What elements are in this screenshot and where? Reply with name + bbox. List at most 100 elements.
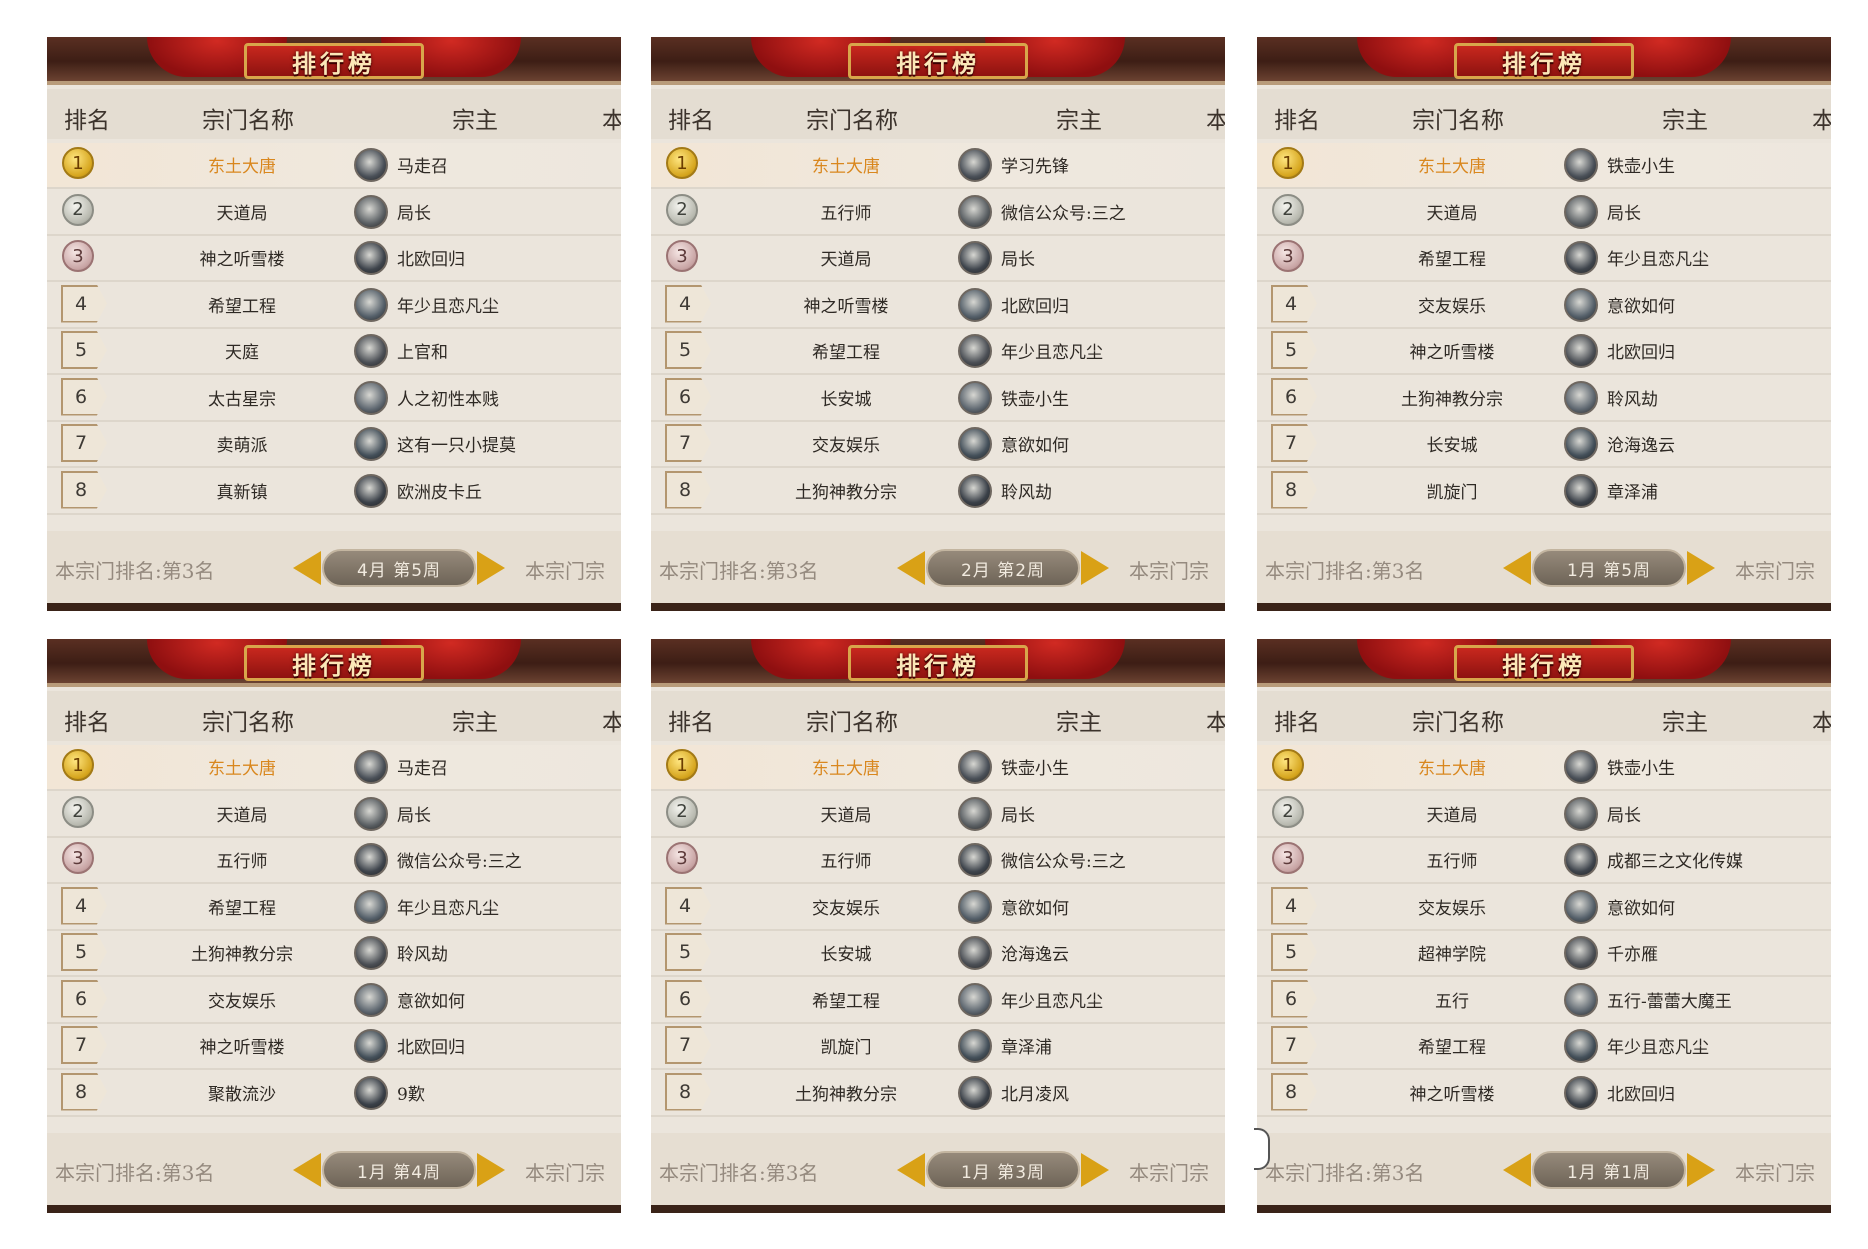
prev-week-arrow-icon[interactable] <box>293 1153 321 1187</box>
col-header-extra: 本 <box>1812 108 1831 134</box>
table-row[interactable]: 1 东土大唐 马走召 <box>47 143 621 189</box>
table-row[interactable]: 2 天道局 局长 <box>651 792 1225 838</box>
table-row[interactable]: 8 真新镇 欧洲皮卡丘 <box>47 469 621 515</box>
table-row[interactable]: 3 五行师 微信公众号:三之 <box>47 838 621 884</box>
table-row[interactable]: 8 土狗神教分宗 北月凌风 <box>651 1071 1225 1117</box>
master-name: 人之初性本贱 <box>397 389 499 410</box>
table-row[interactable]: 6 希望工程 年少且恋凡尘 <box>651 978 1225 1024</box>
avatar-icon <box>958 796 992 831</box>
table-row[interactable]: 3 神之听雪楼 北欧回归 <box>47 236 621 282</box>
table-row[interactable]: 8 聚散流沙 9歎 <box>47 1071 621 1117</box>
table-row[interactable]: 4 交友娱乐 意欲如何 <box>1257 283 1831 329</box>
table-row[interactable]: 1 东土大唐 铁壶小生 <box>651 745 1225 791</box>
week-selector[interactable]: 4月 第5周 <box>322 549 476 587</box>
table-row[interactable]: 8 土狗神教分宗 聆风劫 <box>651 469 1225 515</box>
table-row[interactable]: 4 希望工程 年少且恋凡尘 <box>47 283 621 329</box>
title-banner: 排行榜 <box>47 639 621 687</box>
table-row[interactable]: 3 五行师 成都三之文化传媒 <box>1257 838 1831 884</box>
title-banner: 排行榜 <box>47 37 621 85</box>
table-row[interactable]: 2 天道局 局长 <box>47 792 621 838</box>
table-row[interactable]: 4 交友娱乐 意欲如何 <box>651 885 1225 931</box>
table-row[interactable]: 6 土狗神教分宗 聆风劫 <box>1257 376 1831 422</box>
table-row[interactable]: 5 超神学院 千亦雁 <box>1257 931 1831 977</box>
sect-name: 土狗神教分宗 <box>795 1084 897 1105</box>
next-week-arrow-icon[interactable] <box>1081 1153 1109 1187</box>
table-row[interactable]: 3 五行师 微信公众号:三之 <box>651 838 1225 884</box>
sect-name: 希望工程 <box>812 343 880 363</box>
table-row[interactable]: 3 天道局 局长 <box>651 236 1225 282</box>
table-row[interactable]: 7 凯旋门 章泽浦 <box>651 1024 1225 1070</box>
table-row[interactable]: 4 交友娱乐 意欲如何 <box>1257 885 1831 931</box>
prev-week-arrow-icon[interactable] <box>1503 1153 1531 1187</box>
my-sect-rank: 本宗门排名:第3名 <box>55 559 215 583</box>
week-selector[interactable]: 1月 第4周 <box>322 1151 476 1189</box>
gold-medal-icon: 1 <box>62 749 94 781</box>
prev-week-arrow-icon[interactable] <box>897 551 925 585</box>
table-row[interactable]: 6 太古星宗 人之初性本贱 <box>47 376 621 422</box>
table-row[interactable]: 2 天道局 局长 <box>1257 190 1831 236</box>
sect-name: 神之听雪楼 <box>803 296 889 317</box>
prev-week-arrow-icon[interactable] <box>1503 551 1531 585</box>
table-row[interactable]: 5 土狗神教分宗 聆风劫 <box>47 931 621 977</box>
rank-tag: 7 <box>61 1026 107 1064</box>
table-row[interactable]: 2 天道局 局长 <box>47 190 621 236</box>
avatar-icon <box>1564 334 1598 368</box>
table-header: 排名 宗门名称 宗主 本 <box>651 89 1225 139</box>
table-row[interactable]: 4 希望工程 年少且恋凡尘 <box>47 885 621 931</box>
table-row[interactable]: 5 长安城 沧海逸云 <box>651 931 1225 977</box>
table-row[interactable]: 8 神之听雪楼 北欧回归 <box>1257 1071 1831 1117</box>
table-row[interactable]: 5 神之听雪楼 北欧回归 <box>1257 329 1831 375</box>
leaderboard-title: 排行榜 <box>1502 48 1586 78</box>
table-row[interactable]: 4 神之听雪楼 北欧回归 <box>651 283 1225 329</box>
next-week-arrow-icon[interactable] <box>477 1153 505 1187</box>
sect-name: 希望工程 <box>812 991 880 1012</box>
col-header-sect: 宗门名称 <box>806 710 898 736</box>
rank-tag: 4 <box>61 886 107 925</box>
week-selector[interactable]: 2月 第2周 <box>926 549 1080 587</box>
table-row[interactable]: 7 长安城 沧海逸云 <box>1257 422 1831 468</box>
sect-name: 凯旋门 <box>1426 482 1478 503</box>
table-row[interactable]: 2 五行师 微信公众号:三之 <box>651 190 1225 236</box>
week-selector[interactable]: 1月 第1周 <box>1532 1151 1686 1189</box>
silver-medal-icon: 2 <box>62 193 94 226</box>
avatar-icon <box>958 427 992 461</box>
prev-week-arrow-icon[interactable] <box>293 551 321 585</box>
week-selector[interactable]: 1月 第5周 <box>1532 549 1686 587</box>
table-row[interactable]: 1 东土大唐 学习先锋 <box>651 143 1225 189</box>
my-sect-label-clipped: 本宗门宗 <box>1129 559 1209 583</box>
table-row[interactable]: 6 长安城 铁壶小生 <box>651 376 1225 422</box>
avatar-icon <box>354 334 388 368</box>
gold-medal-icon: 1 <box>1272 749 1304 781</box>
table-row[interactable]: 7 卖萌派 这有一只小提莫 <box>47 422 621 468</box>
master-name: 年少且恋凡尘 <box>397 296 499 317</box>
next-week-arrow-icon[interactable] <box>1687 1153 1715 1187</box>
table-row[interactable]: 1 东土大唐 铁壶小生 <box>1257 143 1831 189</box>
next-week-arrow-icon[interactable] <box>477 551 505 585</box>
prev-week-arrow-icon[interactable] <box>897 1153 925 1187</box>
sect-name: 天道局 <box>820 250 872 270</box>
table-row[interactable]: 8 凯旋门 章泽浦 <box>1257 469 1831 515</box>
rank-tag: 8 <box>665 470 711 509</box>
table-row[interactable]: 7 希望工程 年少且恋凡尘 <box>1257 1024 1831 1070</box>
table-row[interactable]: 1 东土大唐 马走召 <box>47 745 621 791</box>
table-row[interactable]: 5 天庭 上官和 <box>47 329 621 375</box>
master-name: 意欲如何 <box>1001 436 1069 456</box>
avatar-icon <box>354 287 388 322</box>
next-week-arrow-icon[interactable] <box>1081 551 1109 585</box>
week-selector[interactable]: 1月 第3周 <box>926 1151 1080 1189</box>
rank-tag: 6 <box>1271 377 1317 416</box>
sect-name: 土狗神教分宗 <box>795 482 897 503</box>
table-row[interactable]: 6 五行 五行-蕾蕾大魔王 <box>1257 978 1831 1024</box>
table-row[interactable]: 3 希望工程 年少且恋凡尘 <box>1257 236 1831 282</box>
table-row[interactable]: 1 东土大唐 铁壶小生 <box>1257 745 1831 791</box>
avatar-icon <box>958 982 992 1017</box>
master-name: 局长 <box>397 203 431 224</box>
col-header-rank: 排名 <box>64 710 110 736</box>
table-row[interactable]: 6 交友娱乐 意欲如何 <box>47 978 621 1024</box>
table-row[interactable]: 2 天道局 局长 <box>1257 792 1831 838</box>
table-row[interactable]: 7 神之听雪楼 北欧回归 <box>47 1024 621 1070</box>
next-week-arrow-icon[interactable] <box>1687 551 1715 585</box>
table-row[interactable]: 5 希望工程 年少且恋凡尘 <box>651 329 1225 375</box>
table-row[interactable]: 7 交友娱乐 意欲如何 <box>651 422 1225 468</box>
table-header: 排名 宗门名称 宗主 本 <box>47 691 621 741</box>
